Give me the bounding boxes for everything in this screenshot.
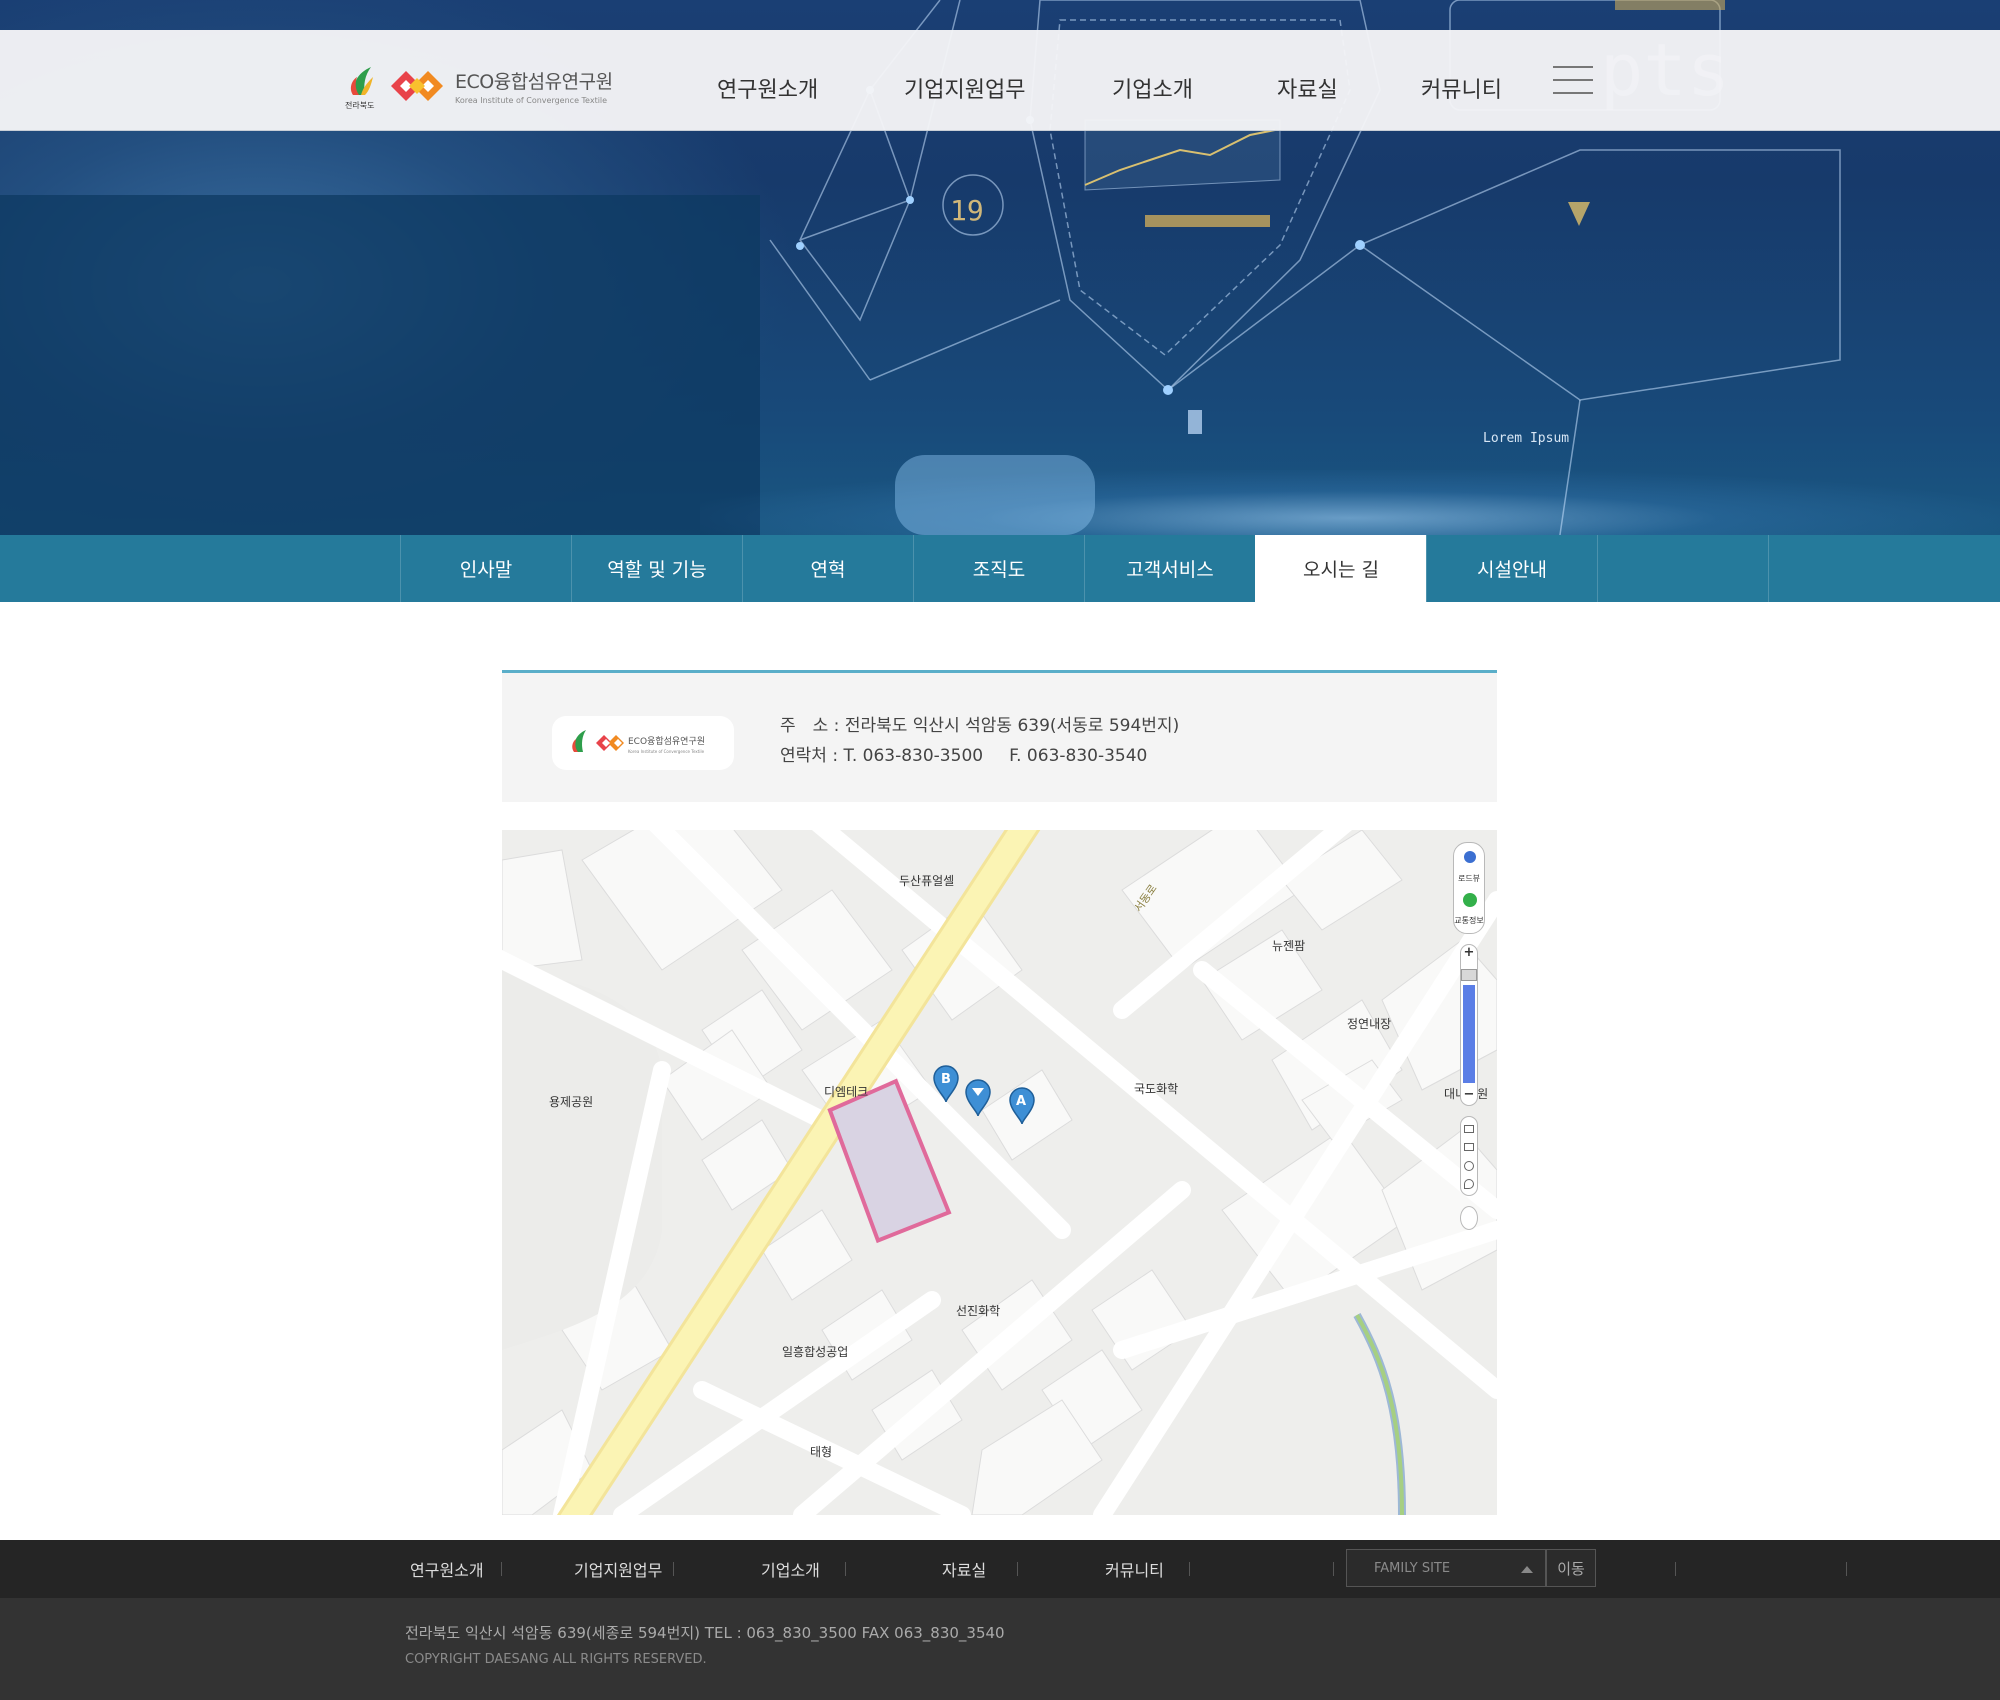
map-label-doosan: 두산퓨얼셀 bbox=[899, 874, 955, 888]
subnav-organization[interactable]: 조직도 bbox=[913, 535, 1084, 602]
map-tools bbox=[1460, 1116, 1478, 1196]
footer-link-library[interactable]: 자료실 bbox=[942, 1540, 986, 1598]
reset-tool-icon[interactable] bbox=[1464, 1179, 1474, 1189]
footer-link-about[interactable]: 연구원소개 bbox=[410, 1540, 484, 1598]
roadview-icon[interactable] bbox=[1464, 851, 1476, 863]
map-label-sunjin: 선진화학 bbox=[956, 1304, 1001, 1318]
info-logo-icon: ECO융합섬유연구원 Korea Institute of Convergenc… bbox=[572, 730, 705, 754]
eco-logo-mark bbox=[387, 64, 447, 108]
zoom-slider[interactable] bbox=[1463, 985, 1475, 1083]
tel-value: T. 063-830-3500 bbox=[843, 746, 984, 766]
traffic-icon[interactable] bbox=[1463, 893, 1477, 907]
contact-label: 연락처 : bbox=[780, 746, 839, 766]
svg-text:B: B bbox=[941, 1072, 951, 1087]
gnb-item-library[interactable]: 자료실 bbox=[1277, 72, 1338, 104]
zoom-handle[interactable] bbox=[1461, 969, 1477, 981]
info-logo-org: ECO융합섬유연구원 bbox=[628, 736, 705, 747]
footer-link-community[interactable]: 커뮤니티 bbox=[1105, 1540, 1164, 1598]
hero-caption: Lorem Ipsum bbox=[1483, 431, 1569, 446]
gnb-item-about[interactable]: 연구원소개 bbox=[717, 72, 818, 104]
contact-lines: 주 소 : 전라북도 익산시 석암동 639(서동로 594번지) 연락처 : … bbox=[780, 711, 1179, 771]
distance-tool-icon[interactable] bbox=[1464, 1125, 1474, 1133]
map-label-newgenpharm: 뉴젠팜 bbox=[1272, 939, 1306, 953]
site-logo[interactable]: 전라북도 ECO융합섬유연구원 Korea Institute of Conve… bbox=[343, 64, 613, 110]
family-site-label: FAMILY SITE bbox=[1374, 1560, 1451, 1576]
contact-info-box: ECO융합섬유연구원 Korea Institute of Convergenc… bbox=[502, 670, 1497, 802]
gnb-item-community[interactable]: 커뮤니티 bbox=[1421, 72, 1502, 104]
jeonbuk-logo: 전라북도 bbox=[343, 65, 375, 110]
subnav-directions[interactable]: 오시는 길 bbox=[1255, 535, 1426, 602]
gnb-item-companies[interactable]: 기업소개 bbox=[1112, 72, 1193, 104]
gnb-item-support[interactable]: 기업지원업무 bbox=[904, 72, 1025, 104]
caret-up-icon bbox=[1521, 1566, 1533, 1573]
subnav-facilities[interactable]: 시설안내 bbox=[1426, 535, 1597, 602]
zoom-in-button[interactable]: + bbox=[1461, 945, 1477, 960]
radius-tool-icon[interactable] bbox=[1464, 1161, 1474, 1171]
footer-info: 전라북도 익산시 석암동 639(세종로 594번지) TEL : 063_83… bbox=[0, 1598, 2000, 1700]
org-name: ECO융합섬유연구원 bbox=[455, 71, 613, 93]
address-value: 전라북도 익산시 석암동 639(서동로 594번지) bbox=[844, 716, 1180, 736]
svg-text:A: A bbox=[1016, 1094, 1026, 1109]
zoom-out-button[interactable]: − bbox=[1461, 1087, 1477, 1102]
location-map[interactable]: B A 두산퓨얼셀 서동로 뉴젠팜 정연내장 용제공원 디엠테크 국도화학 선진… bbox=[502, 830, 1497, 1515]
footer-menu-bar: 연구원소개 기업지원업무 기업소개 자료실 커뮤니티 bbox=[0, 1540, 2000, 1598]
map-label-taehyung: 태형 bbox=[810, 1445, 833, 1459]
info-logo-card: ECO융합섬유연구원 Korea Institute of Convergenc… bbox=[552, 716, 734, 770]
map-label-jungyeon: 정연내장 bbox=[1347, 1017, 1392, 1031]
org-name-block: ECO융합섬유연구원 Korea Institute of Convergenc… bbox=[455, 67, 613, 105]
map-label-park: 용제공원 bbox=[549, 1095, 594, 1109]
footer-copyright: COPYRIGHT DAESANG ALL RIGHTS RESERVED. bbox=[405, 1652, 707, 1667]
locate-icon[interactable] bbox=[1460, 1206, 1478, 1230]
subnav-role[interactable]: 역할 및 기능 bbox=[571, 535, 742, 602]
fax-value: F. 063-830-3540 bbox=[1009, 746, 1148, 766]
footer-link-companies[interactable]: 기업소개 bbox=[761, 1540, 820, 1598]
family-site-go-button[interactable]: 이동 bbox=[1546, 1549, 1596, 1587]
info-logo-org-en: Korea Institute of Convergence Textile bbox=[628, 749, 705, 754]
footer-link-support[interactable]: 기업지원업무 bbox=[574, 1540, 662, 1598]
hero-counter: 19 bbox=[950, 194, 984, 227]
map-label-ilheung: 일흥합성공업 bbox=[782, 1345, 849, 1359]
subnav-customer-service[interactable]: 고객서비스 bbox=[1084, 535, 1255, 602]
org-name-en: Korea Institute of Convergence Textile bbox=[455, 96, 608, 105]
menu-icon[interactable] bbox=[1553, 66, 1593, 98]
map-canvas[interactable]: B A bbox=[502, 830, 1497, 1515]
jeonbuk-logo-text: 전라북도 bbox=[345, 101, 375, 110]
sub-navigation: 인사말 역할 및 기능 연혁 조직도 고객서비스 오시는 길 시설안내 bbox=[0, 535, 2000, 602]
map-zoom-control: + − bbox=[1460, 944, 1478, 1106]
family-site-select[interactable]: FAMILY SITE bbox=[1346, 1549, 1546, 1587]
map-layer-control: 로드뷰 교통정보 bbox=[1453, 842, 1485, 934]
traffic-label[interactable]: 교통정보 bbox=[1454, 915, 1484, 926]
roadview-label[interactable]: 로드뷰 bbox=[1454, 873, 1484, 884]
map-label-dmtech: 디엠테크 bbox=[824, 1085, 869, 1099]
subnav-history[interactable]: 연혁 bbox=[742, 535, 913, 602]
footer-address: 전라북도 익산시 석암동 639(세종로 594번지) TEL : 063_83… bbox=[405, 1624, 1005, 1642]
area-tool-icon[interactable] bbox=[1464, 1143, 1474, 1151]
subnav-greeting[interactable]: 인사말 bbox=[400, 535, 571, 602]
address-label: 주 소 : bbox=[780, 716, 840, 736]
map-label-kukdo: 국도화학 bbox=[1134, 1082, 1179, 1096]
